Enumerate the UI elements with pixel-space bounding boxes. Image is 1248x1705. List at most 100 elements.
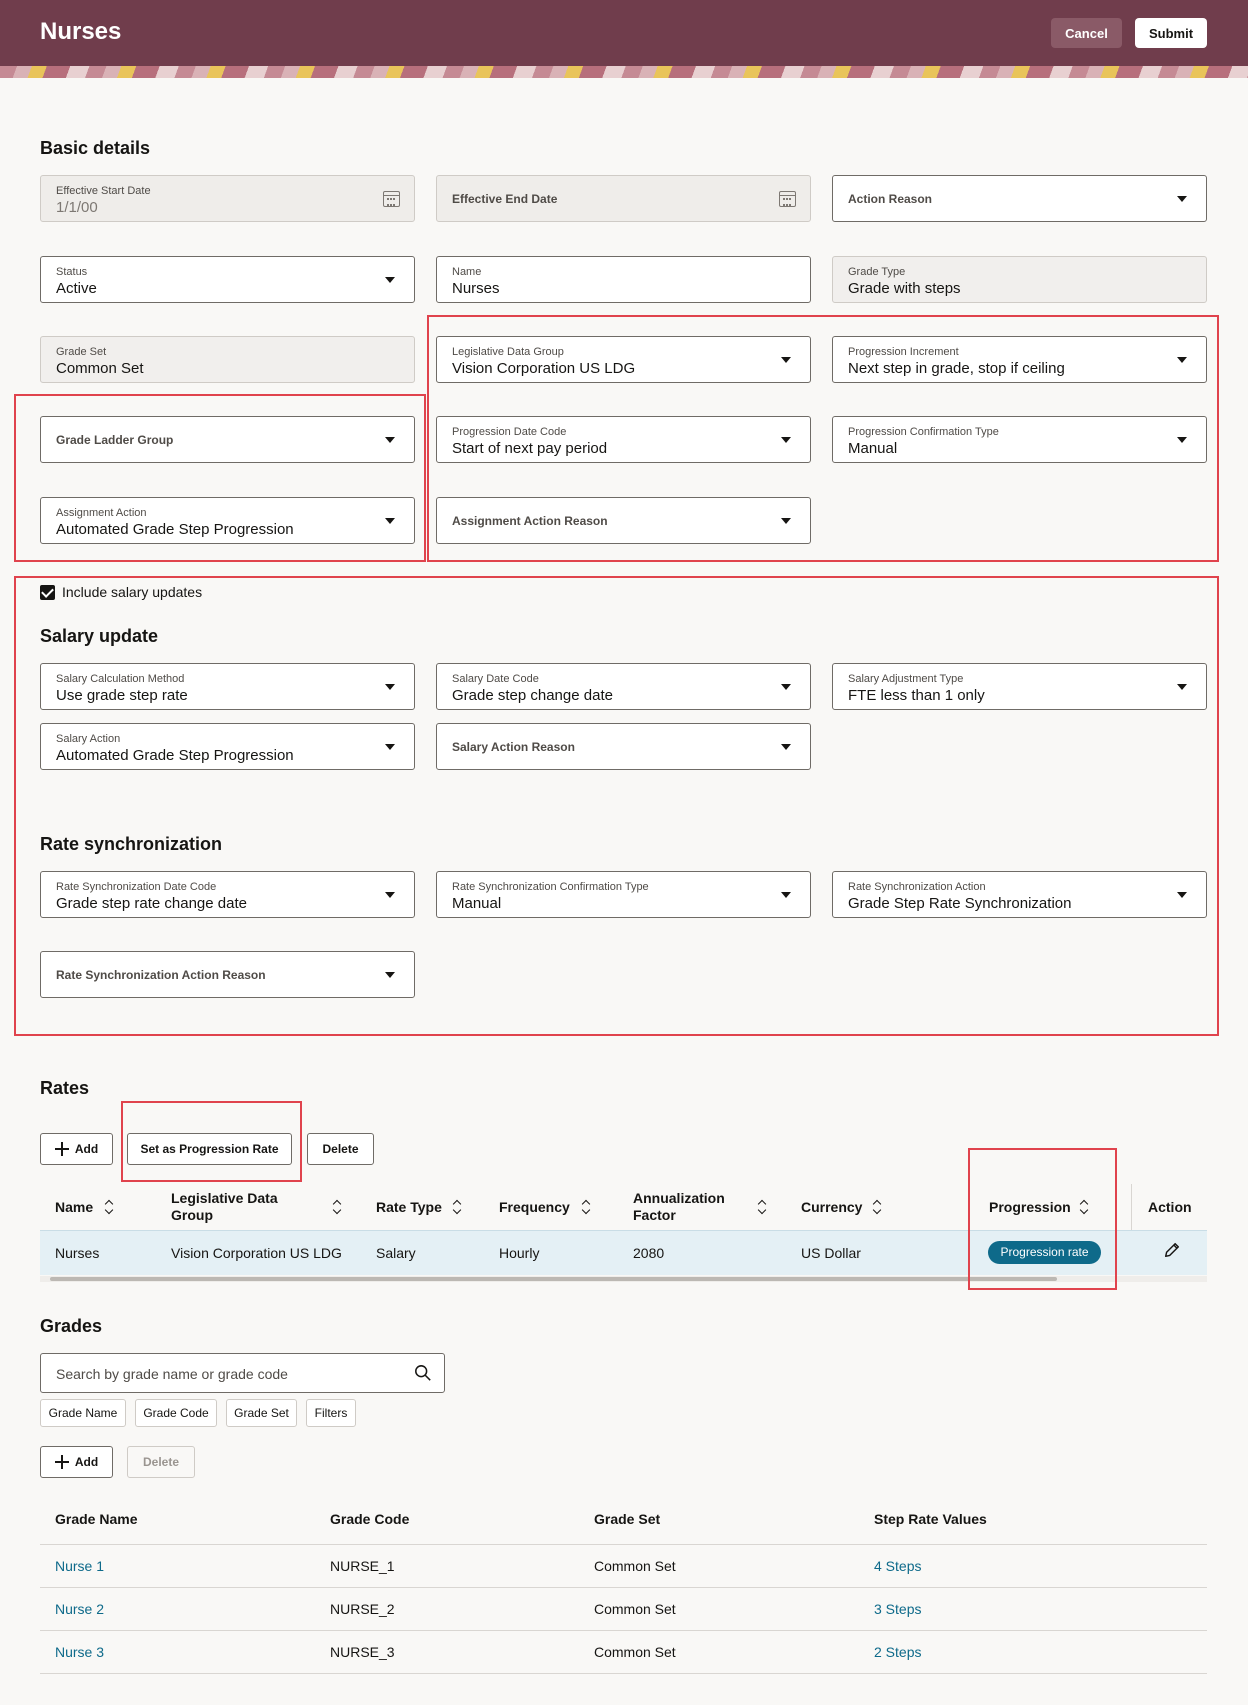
column-header-currency[interactable]: Currency (801, 1199, 862, 1216)
chevron-down-icon (781, 892, 791, 898)
field-value: FTE less than 1 only (848, 687, 985, 704)
scrollbar-thumb[interactable] (50, 1277, 1057, 1281)
filter-chip-grade-name[interactable]: Grade Name (40, 1399, 126, 1427)
rate-frequency-cell: Hourly (499, 1245, 540, 1261)
step-rate-values-link[interactable]: 3 Steps (874, 1601, 921, 1617)
delete-rate-button[interactable]: Delete (307, 1133, 374, 1165)
salary-action-select[interactable]: Salary Action Automated Grade Step Progr… (40, 723, 415, 770)
salary-adjustment-type-select[interactable]: Salary Adjustment Type FTE less than 1 o… (832, 663, 1207, 710)
sort-icon[interactable] (582, 1200, 592, 1214)
grade-name-link[interactable]: Nurse 2 (55, 1601, 104, 1617)
add-rate-button[interactable]: Add (40, 1133, 113, 1165)
sort-icon[interactable] (333, 1200, 343, 1214)
add-grade-button[interactable]: Add (40, 1446, 113, 1478)
salary-update-heading: Salary update (40, 626, 159, 646)
field-value: Manual (452, 895, 502, 912)
rate-sync-date-code-select[interactable]: Rate Synchronization Date Code Grade ste… (40, 871, 415, 918)
column-header-frequency[interactable]: Frequency (499, 1199, 570, 1216)
field-label: Name (452, 266, 482, 278)
submit-button[interactable]: Submit (1135, 18, 1207, 48)
button-label: Add (74, 1455, 99, 1469)
field-label: Salary Adjustment Type (848, 673, 964, 685)
salary-action-reason-select[interactable]: Salary Action Reason (436, 723, 811, 770)
rate-sync-action-reason-select[interactable]: Rate Synchronization Action Reason (40, 951, 415, 998)
grade-set-field: Grade Set Common Set (40, 336, 415, 383)
include-salary-label: Include salary updates (62, 584, 203, 600)
column-header-action: Action (1148, 1199, 1192, 1215)
row-divider (40, 1673, 1207, 1674)
salary-calculation-method-select[interactable]: Salary Calculation Method Use grade step… (40, 663, 415, 710)
button-label: Delete (322, 1142, 359, 1156)
step-rate-values-link[interactable]: 4 Steps (874, 1558, 921, 1574)
highlight-box (427, 315, 1219, 562)
row-divider (40, 1544, 1207, 1545)
header-decorative-band (0, 66, 1248, 78)
header-line: Group (171, 1207, 213, 1223)
filter-chip-grade-code[interactable]: Grade Code (135, 1399, 217, 1427)
grade-name-link[interactable]: Nurse 3 (55, 1644, 104, 1660)
field-label: Salary Date Code (452, 673, 539, 685)
filter-chip-grade-set[interactable]: Grade Set (226, 1399, 297, 1427)
chevron-down-icon (385, 892, 395, 898)
rate-sync-confirmation-type-select[interactable]: Rate Synchronization Confirmation Type M… (436, 871, 811, 918)
field-label: Rate Synchronization Action Reason (56, 968, 266, 982)
row-divider (40, 1630, 1207, 1631)
column-header-grade-name: Grade Name (55, 1511, 138, 1527)
step-rate-values-link[interactable]: 2 Steps (874, 1644, 921, 1660)
rate-sync-action-select[interactable]: Rate Synchronization Action Grade Step R… (832, 871, 1207, 918)
field-label: Effective Start Date (56, 185, 151, 197)
salary-date-code-select[interactable]: Salary Date Code Grade step change date (436, 663, 811, 710)
column-header-legislative-data-group[interactable]: Legislative Data Group (171, 1190, 278, 1224)
chevron-down-icon (781, 744, 791, 750)
sort-icon[interactable] (873, 1200, 883, 1214)
grade-type-field: Grade Type Grade with steps (832, 256, 1207, 303)
sort-icon[interactable] (758, 1200, 768, 1214)
page-title: Nurses (40, 18, 122, 45)
grade-code-cell: NURSE_2 (330, 1601, 395, 1617)
calendar-icon (383, 191, 400, 207)
chevron-down-icon (781, 684, 791, 690)
field-value: Grade step rate change date (56, 895, 247, 912)
highlight-box (121, 1101, 302, 1182)
cancel-button[interactable]: Cancel (1051, 18, 1122, 48)
field-value: Grade step change date (452, 687, 613, 704)
filters-chip[interactable]: Filters (306, 1399, 356, 1427)
basic-details-heading: Basic details (40, 138, 151, 158)
chevron-down-icon (385, 972, 395, 978)
field-label: Rate Synchronization Action (848, 881, 986, 893)
column-header-grade-set: Grade Set (594, 1511, 661, 1527)
column-header-step-rate-values: Step Rate Values (874, 1511, 987, 1527)
field-label: Status (56, 266, 88, 278)
status-select[interactable]: Status Active (40, 256, 415, 303)
field-label: Salary Calculation Method (56, 673, 185, 685)
field-value: Grade Step Rate Synchronization (848, 895, 1072, 912)
grade-search-input[interactable]: Search by grade name or grade code (40, 1353, 445, 1393)
name-input[interactable]: Name Nurses (436, 256, 811, 303)
sort-icon[interactable] (105, 1200, 115, 1214)
column-header-rate-type[interactable]: Rate Type (376, 1199, 442, 1216)
column-header-annualization-factor[interactable]: Annualization Factor (633, 1190, 725, 1224)
rate-synchronization-heading: Rate synchronization (40, 834, 223, 854)
field-label: Effective End Date (452, 192, 558, 206)
header-line: Factor (633, 1207, 676, 1223)
grade-set-cell: Common Set (594, 1644, 676, 1660)
search-icon[interactable] (414, 1364, 432, 1382)
calendar-icon (779, 191, 796, 207)
field-value: Common Set (56, 360, 144, 377)
search-placeholder: Search by grade name or grade code (56, 1366, 288, 1382)
grade-name-link[interactable]: Nurse 1 (55, 1558, 104, 1574)
effective-end-date-field: Effective End Date (436, 175, 811, 222)
grade-set-cell: Common Set (594, 1558, 676, 1574)
column-header-name[interactable]: Name (55, 1199, 93, 1216)
include-salary-checkbox[interactable] (40, 585, 55, 600)
field-value: Active (56, 280, 97, 297)
sort-icon[interactable] (453, 1200, 463, 1214)
action-reason-select[interactable]: Action Reason (832, 175, 1207, 222)
delete-grade-button[interactable]: Delete (127, 1446, 195, 1478)
edit-pencil-icon[interactable] (1163, 1241, 1181, 1259)
grade-code-cell: NURSE_3 (330, 1644, 395, 1660)
field-label: Salary Action (56, 733, 121, 745)
field-value: 1/1/00 (56, 199, 98, 216)
field-label: Grade Set (56, 346, 107, 358)
chevron-down-icon (385, 277, 395, 283)
